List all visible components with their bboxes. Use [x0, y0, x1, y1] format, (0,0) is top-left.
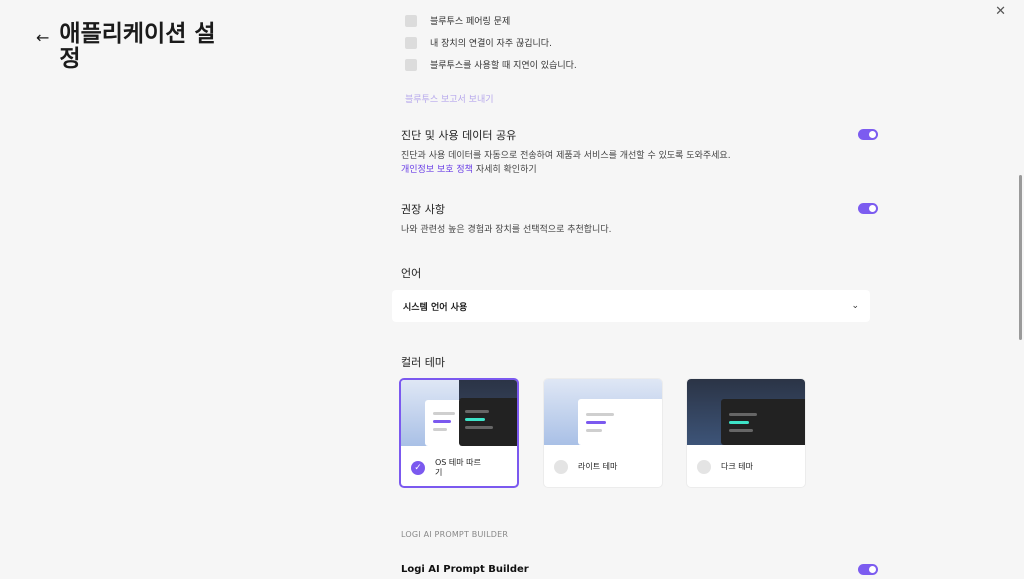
- diagnostics-description-text: 진단과 사용 데이터를 자동으로 전송하여 제품과 서비스를 개선할 수 있도록…: [401, 151, 731, 161]
- toggle-knob: [869, 205, 876, 212]
- checkbox[interactable]: [405, 14, 417, 27]
- prompt-builder-title: Logi AI Prompt Builder: [401, 564, 529, 575]
- theme-preview-os: [401, 380, 517, 446]
- theme-footer: 라이트 테마: [544, 445, 662, 487]
- toggle-knob: [869, 566, 876, 573]
- theme-footer: 다크 테마: [687, 445, 805, 487]
- language-select[interactable]: 시스템 언어 사용 ⌄: [392, 290, 870, 322]
- language-selected-value: 시스템 언어 사용: [403, 302, 468, 313]
- checkbox[interactable]: [405, 58, 417, 71]
- checkbox-label: 블루투스를 사용할 때 지연이 있습니다.: [430, 61, 577, 71]
- recommendations-description: 나와 관련성 높은 경험과 장치를 선택적으로 추천합니다.: [401, 225, 612, 235]
- theme-name: OS 테마 따르기: [435, 458, 481, 477]
- chevron-down-icon: ⌄: [851, 301, 859, 311]
- check-icon: ✓: [411, 461, 425, 475]
- checkbox-label: 블루투스 페어링 문제: [430, 17, 511, 27]
- theme-preview-light: [544, 379, 662, 445]
- diagnostics-description: 진단과 사용 데이터를 자동으로 전송하여 제품과 서비스를 개선할 수 있도록…: [401, 149, 731, 177]
- radio-icon: [697, 460, 711, 474]
- theme-option-dark[interactable]: 다크 테마: [686, 378, 806, 488]
- theme-name: 라이트 테마: [578, 462, 618, 471]
- header: ← 애플리케이션 설정: [36, 22, 229, 72]
- prompt-builder-section-header: LOGI AI PROMPT BUILDER: [401, 530, 509, 539]
- checkbox-item-disconnect[interactable]: 내 장치의 연결이 자주 끊깁니다.: [405, 36, 552, 49]
- toggle-knob: [869, 131, 876, 138]
- diagnostics-title: 진단 및 사용 데이터 공유: [401, 129, 517, 142]
- back-arrow-icon[interactable]: ←: [36, 28, 49, 47]
- recommendations-toggle[interactable]: [858, 203, 878, 214]
- prompt-builder-toggle[interactable]: [858, 564, 878, 575]
- checkbox[interactable]: [405, 36, 417, 49]
- send-bluetooth-report-link[interactable]: 블루투스 보고서 보내기: [405, 92, 494, 105]
- theme-footer: ✓ OS 테마 따르기: [401, 446, 517, 486]
- color-theme-label: 컬러 테마: [401, 356, 445, 369]
- privacy-suffix: 자세히 확인하기: [472, 165, 537, 175]
- theme-preview-dark: [687, 379, 805, 445]
- checkbox-label: 내 장치의 연결이 자주 끊깁니다.: [430, 39, 552, 49]
- language-label: 언어: [401, 267, 422, 280]
- theme-name: 다크 테마: [721, 462, 753, 471]
- radio-icon: [554, 460, 568, 474]
- theme-option-light[interactable]: 라이트 테마: [543, 378, 663, 488]
- diagnostics-toggle[interactable]: [858, 129, 878, 140]
- theme-option-os[interactable]: ✓ OS 테마 따르기: [399, 378, 519, 488]
- checkbox-item-pairing[interactable]: 블루투스 페어링 문제: [405, 14, 510, 27]
- close-button[interactable]: ✕: [995, 4, 1006, 19]
- page-title: 애플리케이션 설정: [59, 21, 216, 72]
- privacy-policy-link[interactable]: 개인정보 보호 정책: [401, 165, 473, 175]
- checkbox-item-latency[interactable]: 블루투스를 사용할 때 지연이 있습니다.: [405, 58, 577, 71]
- recommendations-title: 권장 사항: [401, 203, 445, 216]
- scrollbar-thumb[interactable]: [1019, 175, 1022, 340]
